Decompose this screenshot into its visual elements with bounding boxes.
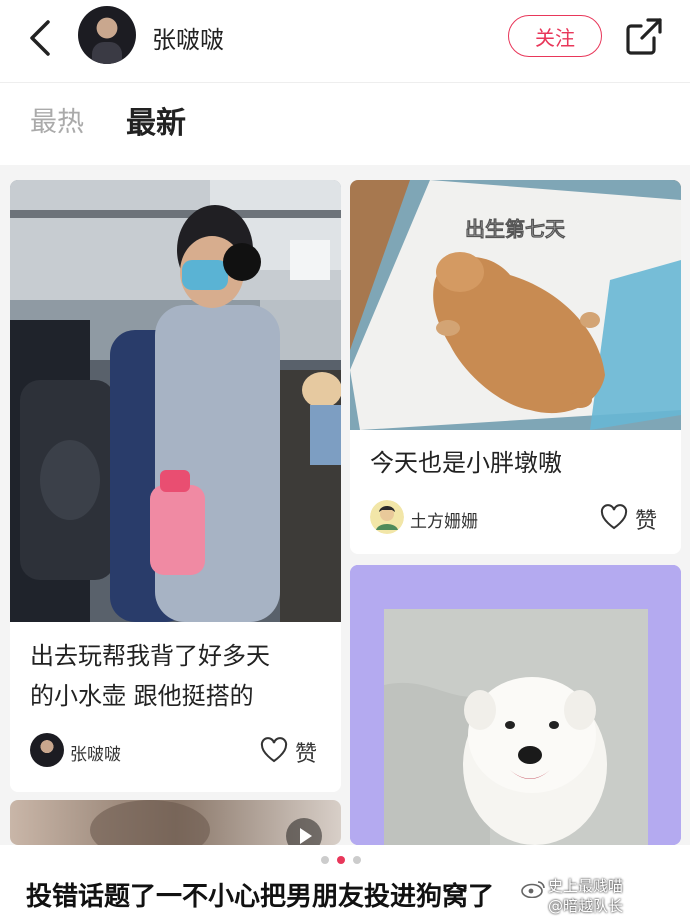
header-divider [0, 82, 690, 83]
follow-button[interactable]: 关注 [508, 15, 602, 57]
heart-icon[interactable] [599, 503, 629, 531]
carousel-dot-active [337, 856, 345, 864]
post-title: 今天也是小胖墩嗷 [370, 449, 562, 477]
watermark-line: 史上最贱喵 [548, 877, 624, 895]
author-name[interactable]: 张啵啵 [70, 740, 121, 765]
post-card[interactable] [10, 800, 341, 845]
post-title-line: 的小水壶 跟他挺搭的 [30, 682, 254, 710]
video-play-icon[interactable] [286, 818, 322, 845]
carousel-dot [321, 856, 329, 864]
post-card[interactable]: 出去玩帮我背了好多天 的小水壶 跟他挺搭的 张啵啵 赞 [10, 180, 341, 792]
post-card[interactable] [350, 565, 681, 845]
post-photo [10, 180, 341, 622]
tab-hot[interactable]: 最热 [30, 100, 84, 139]
watermark: 史上最贱喵 @暗越队长 [548, 876, 623, 916]
post-title: 出去玩帮我背了好多天 的小水壶 跟他挺搭的 [30, 636, 330, 716]
tab-latest[interactable]: 最新 [126, 98, 186, 142]
post-feed: 出去玩帮我背了好多天 的小水壶 跟他挺搭的 张啵啵 赞 出生第七天 今天也是小胖… [0, 165, 690, 845]
user-avatar[interactable] [78, 6, 136, 64]
carousel-dot [353, 856, 361, 864]
heart-icon[interactable] [259, 736, 289, 764]
author-avatar[interactable] [30, 733, 64, 767]
author-avatar[interactable] [370, 500, 404, 534]
post-photo: 出生第七天 [350, 180, 681, 430]
author-name[interactable]: 土方姗姗 [410, 507, 478, 532]
watermark-line: @暗越队长 [548, 897, 624, 915]
post-title-line: 出去玩帮我背了好多天 [30, 642, 270, 670]
like-label[interactable]: 赞 [295, 736, 317, 768]
weibo-logo-icon [521, 881, 545, 898]
photo-overlay-text: 出生第七天 [465, 217, 566, 241]
post-card[interactable]: 出生第七天 今天也是小胖墩嗷 土方姗姗 赞 [350, 180, 681, 554]
image-caption: 投错话题了一不小心把男朋友投进狗窝了 [26, 882, 495, 912]
share-icon[interactable] [624, 16, 664, 56]
post-photo [350, 565, 681, 845]
like-label[interactable]: 赞 [635, 503, 657, 535]
profile-username[interactable]: 张啵啵 [152, 20, 224, 55]
profile-header: 张啵啵 关注 [0, 0, 690, 82]
carousel-indicator [321, 856, 361, 864]
back-arrow-icon[interactable] [22, 16, 62, 60]
